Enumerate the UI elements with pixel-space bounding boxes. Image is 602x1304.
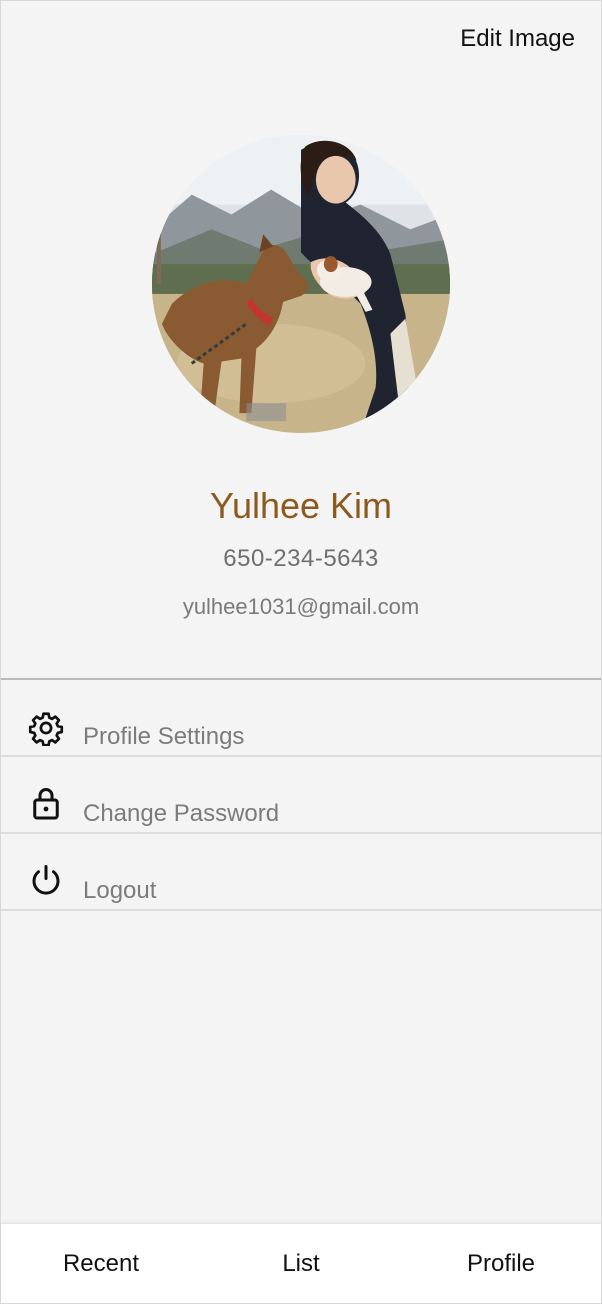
menu-item-profile-settings[interactable]: Profile Settings [1,680,601,757]
tab-recent[interactable]: Recent [1,1224,201,1303]
tab-list[interactable]: List [201,1224,401,1303]
user-phone: 650-234-5643 [223,545,379,572]
user-email: yulhee1031@gmail.com [182,594,420,619]
gear-icon [28,710,64,746]
user-name: Yulhee Kim [209,485,393,526]
lock-icon [28,785,64,821]
tab-profile[interactable]: Profile [401,1224,601,1303]
power-icon [28,862,64,898]
avatar[interactable] [152,135,450,433]
avatar-photo [152,135,450,433]
profile-screen: Edit Image Yulhee Kim 650-234-5643 yulhe… [0,0,602,1304]
profile-menu: Profile Settings Change Password Logout [1,680,601,911]
menu-item-change-password[interactable]: Change Password [1,757,601,834]
menu-item-logout[interactable]: Logout [1,834,601,911]
menu-item-label: Change Password [83,800,280,827]
menu-item-label: Profile Settings [83,723,245,750]
bottom-tab-bar: Recent List Profile [1,1223,601,1303]
menu-item-label: Logout [83,877,157,904]
edit-image-button[interactable]: Edit Image [460,25,575,53]
